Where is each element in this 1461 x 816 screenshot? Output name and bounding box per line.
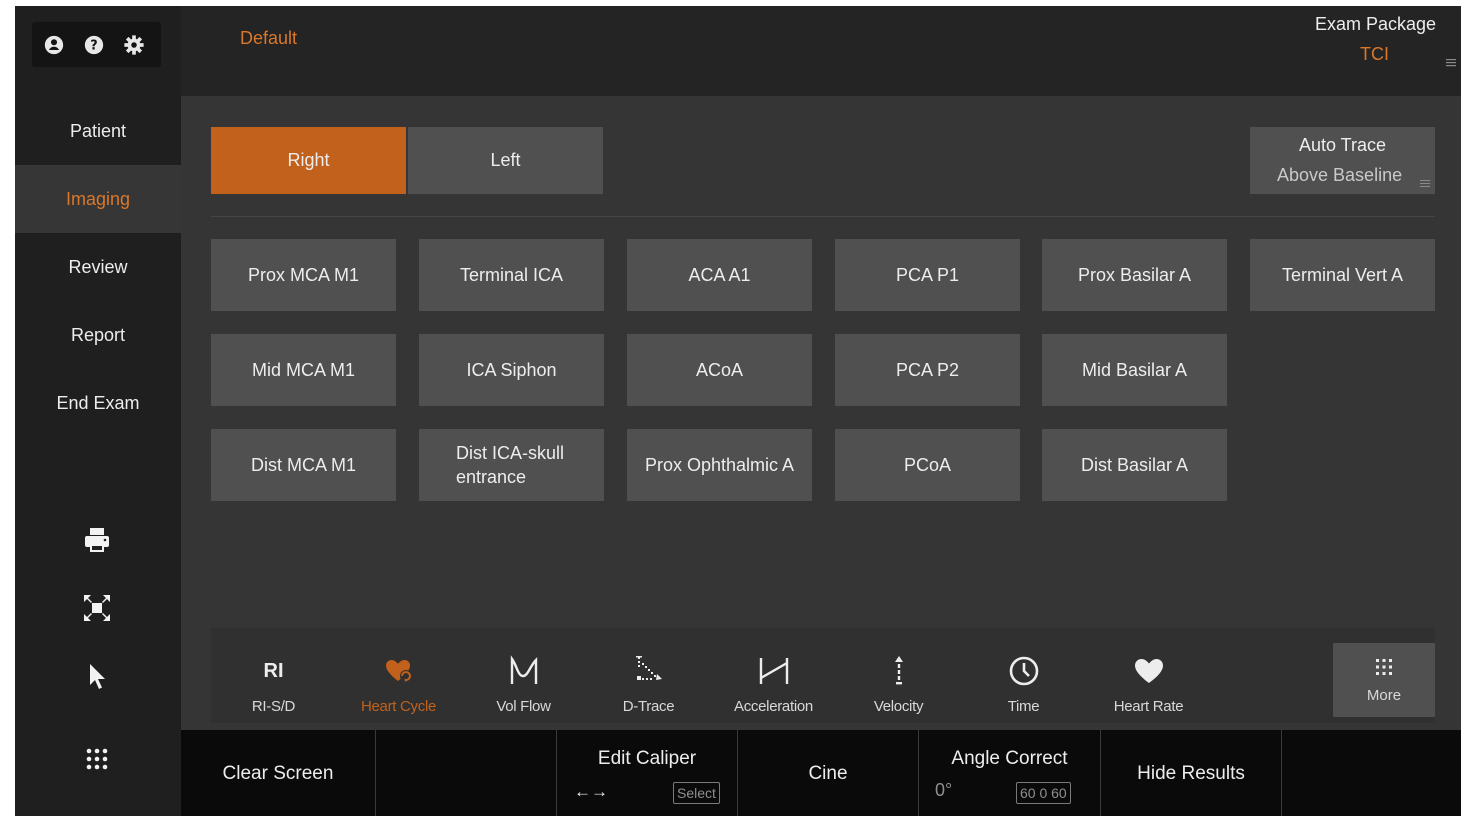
- tool-heart-rate[interactable]: Heart Rate: [1086, 628, 1211, 723]
- heart-icon: [1134, 659, 1163, 683]
- help-icon[interactable]: ?: [83, 34, 105, 56]
- auto-trace-value: Above Baseline: [1277, 165, 1403, 185]
- more-label: More: [1366, 687, 1402, 704]
- sidebar-item-patient[interactable]: Patient: [15, 97, 181, 165]
- header-bar: Default Exam Package TCI: [181, 6, 1461, 96]
- vessel-button[interactable]: Dist Basilar A: [1042, 429, 1227, 501]
- vessel-button[interactable]: ACA A1: [627, 239, 812, 311]
- sidebar-item-report[interactable]: Report: [15, 301, 181, 369]
- softkey-empty[interactable]: [1282, 730, 1461, 816]
- softkey-empty[interactable]: [376, 730, 557, 816]
- menu-lines-icon[interactable]: [1445, 56, 1457, 68]
- system-icon-bar: ?: [32, 22, 161, 67]
- sidebar-item-end-exam[interactable]: End Exam: [15, 369, 181, 437]
- side-right-button[interactable]: Right: [211, 127, 406, 194]
- edit-caliper-button[interactable]: Edit Caliper ←→ Select: [557, 730, 738, 816]
- acceleration-icon: [759, 658, 788, 684]
- tool-heart-cycle[interactable]: Heart Cycle: [336, 628, 461, 723]
- tool-label: Acceleration: [734, 698, 813, 715]
- tool-label: Heart Rate: [1113, 698, 1184, 715]
- exam-package-value[interactable]: TCI: [1360, 44, 1389, 65]
- velocity-icon: [894, 656, 903, 685]
- ri-text-icon: RI: [263, 659, 284, 682]
- angle-correct-value: 0°: [935, 780, 953, 800]
- tool-label: D-Trace: [622, 698, 675, 715]
- angle-correct-button[interactable]: Angle Correct 0° 60 0 60: [919, 730, 1101, 816]
- exam-package-label: Exam Package: [1314, 14, 1436, 34]
- vessel-button[interactable]: PCA P2: [835, 334, 1020, 406]
- grid-dots-icon: [1376, 659, 1392, 675]
- print-icon[interactable]: [78, 521, 116, 559]
- vessel-button[interactable]: Prox Basilar A: [1042, 239, 1227, 311]
- preset-name[interactable]: Default: [240, 28, 297, 49]
- auto-trace-button[interactable]: Auto Trace Above Baseline: [1250, 127, 1435, 194]
- svg-text:?: ?: [90, 39, 97, 54]
- tool-vol-flow[interactable]: Vol Flow: [461, 628, 586, 723]
- vessel-button[interactable]: PCoA: [835, 429, 1020, 501]
- tool-time[interactable]: Time: [961, 628, 1086, 723]
- vessel-button[interactable]: Mid Basilar A: [1042, 334, 1227, 406]
- tool-acceleration[interactable]: Acceleration: [711, 628, 836, 723]
- side-left-button[interactable]: Left: [408, 127, 603, 194]
- sidebar: ? Patient Imaging Review Report End Exam: [15, 6, 181, 816]
- menu-lines-icon: [1420, 180, 1430, 187]
- cine-button[interactable]: Cine: [738, 730, 919, 816]
- edit-caliper-select-box: Select: [673, 782, 720, 804]
- tool-label: Heart Cycle: [360, 698, 437, 715]
- vessel-button[interactable]: ACoA: [627, 334, 812, 406]
- vessel-button[interactable]: Dist MCA M1: [211, 429, 396, 501]
- edit-caliper-label: Edit Caliper: [597, 748, 697, 769]
- clear-screen-label: Clear Screen: [222, 763, 334, 784]
- vessel-button[interactable]: Mid MCA M1: [211, 334, 396, 406]
- pointer-icon[interactable]: [78, 657, 116, 695]
- cine-label: Cine: [808, 763, 848, 784]
- ultrasound-app: ? Patient Imaging Review Report End Exam…: [15, 6, 1461, 816]
- user-icon[interactable]: [43, 34, 65, 56]
- tool-ri-sd[interactable]: RI RI-S/D: [211, 628, 336, 723]
- angle-correct-label: Angle Correct: [951, 748, 1068, 769]
- more-button[interactable]: More: [1333, 643, 1435, 717]
- angle-correct-presets: 60 0 60: [1016, 782, 1071, 804]
- vessel-button[interactable]: Dist ICA-skull entrance: [419, 429, 604, 501]
- sidebar-item-imaging[interactable]: Imaging: [15, 165, 181, 233]
- vessel-button[interactable]: PCA P1: [835, 239, 1020, 311]
- left-right-arrows-icon: ←→: [574, 782, 608, 801]
- apps-grid-icon[interactable]: [78, 740, 116, 778]
- divider: [211, 216, 1435, 217]
- tool-label: Time: [1007, 698, 1040, 715]
- clock-icon: [1009, 656, 1038, 686]
- tool-d-trace[interactable]: D-Trace: [586, 628, 711, 723]
- hide-results-label: Hide Results: [1137, 763, 1245, 784]
- auto-trace-label: Auto Trace: [1298, 135, 1387, 155]
- sidebar-item-review[interactable]: Review: [15, 233, 181, 301]
- clear-screen-button[interactable]: Clear Screen: [181, 730, 376, 816]
- vessel-button[interactable]: Terminal ICA: [419, 239, 604, 311]
- fullscreen-icon[interactable]: [78, 589, 116, 627]
- heart-cycle-icon: [385, 660, 412, 682]
- vessel-button[interactable]: ICA Siphon: [419, 334, 604, 406]
- vessel-button[interactable]: Prox MCA M1: [211, 239, 396, 311]
- hide-results-button[interactable]: Hide Results: [1101, 730, 1282, 816]
- settings-icon[interactable]: [123, 34, 145, 56]
- vol-flow-icon: [510, 655, 537, 684]
- vessel-button[interactable]: Prox Ophthalmic A: [627, 429, 812, 501]
- tool-label: Velocity: [873, 698, 924, 715]
- softkey-bar: Clear Screen Edit Caliper ←→ Select Cine…: [181, 730, 1461, 816]
- tool-label: Vol Flow: [496, 698, 551, 715]
- d-trace-icon: [635, 656, 662, 680]
- tool-label: RI-S/D: [251, 698, 296, 715]
- measurement-toolbar: RI RI-S/D Heart Cycle Vol Flow D-Trace A…: [211, 628, 1435, 723]
- vessel-button[interactable]: Terminal Vert A: [1250, 239, 1435, 311]
- tool-velocity[interactable]: Velocity: [836, 628, 961, 723]
